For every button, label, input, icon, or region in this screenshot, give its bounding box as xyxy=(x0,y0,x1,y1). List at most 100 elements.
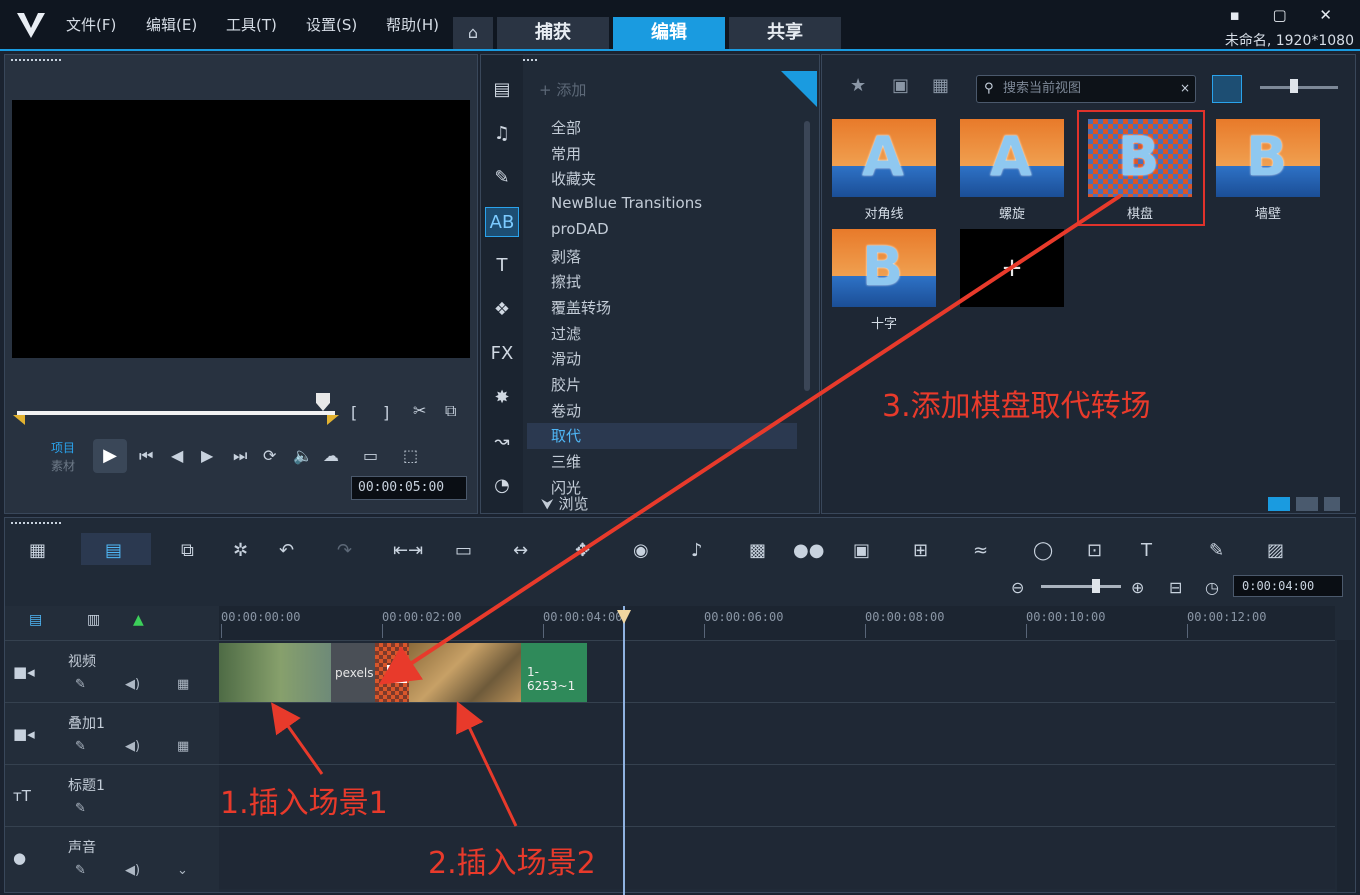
video-lane[interactable]: pexels 1-6253~1 xyxy=(219,641,1335,703)
copy-icon[interactable]: ⧉ xyxy=(181,540,194,561)
category-item[interactable]: 滑动 xyxy=(551,348,581,369)
menu-tools[interactable]: 工具(T) xyxy=(226,14,277,35)
scrub-handle[interactable] xyxy=(316,393,330,411)
fit-icon[interactable]: ⇤⇥ xyxy=(393,540,423,561)
track-grid-icon[interactable]: ▦ xyxy=(177,739,189,754)
category-item[interactable]: 卷动 xyxy=(551,400,581,421)
repeat-icon[interactable]: ⟳ xyxy=(263,446,276,465)
expand-icon[interactable]: ⌄ xyxy=(177,863,188,878)
view-toggle-button[interactable] xyxy=(1212,75,1242,103)
home-tab[interactable]: ⌂ xyxy=(453,17,493,49)
edit-view-icon[interactable] xyxy=(1324,497,1340,511)
title-library-icon[interactable]: T xyxy=(485,251,519,281)
instant-project-icon[interactable]: ✎ xyxy=(485,163,519,193)
slider-knob[interactable] xyxy=(1290,79,1298,93)
clock-icon[interactable]: ◷ xyxy=(1205,578,1219,597)
browse-button[interactable]: ⮟ 浏览 xyxy=(541,493,589,514)
split-icon[interactable]: ↔ xyxy=(513,540,528,561)
edit-track-icon[interactable]: ✎ xyxy=(75,677,86,692)
ruler-edit-icon[interactable]: ▨ xyxy=(1267,540,1284,561)
edit-track-icon[interactable]: ✎ xyxy=(75,801,86,816)
category-item[interactable]: 三维 xyxy=(551,451,581,472)
magic-icon[interactable]: ✲ xyxy=(233,540,248,561)
aspect-ratio-icon[interactable]: ▭ xyxy=(363,446,378,465)
tab-share[interactable]: 共享 xyxy=(729,17,841,49)
chapter-icon[interactable]: ▥ xyxy=(87,612,100,628)
overlay-lane[interactable] xyxy=(219,703,1335,765)
menu-file[interactable]: 文件(F) xyxy=(66,14,116,35)
go-end-icon[interactable]: ⏭ xyxy=(233,446,247,466)
lasso-icon[interactable]: ◯ xyxy=(1033,540,1053,561)
blend-icon[interactable]: ●● xyxy=(793,540,824,561)
text-3d-icon[interactable]: T xyxy=(1141,540,1152,561)
scissors-icon[interactable]: ✂ xyxy=(413,401,426,420)
path-icon[interactable]: ↝ xyxy=(485,427,519,457)
graphics-library-icon[interactable]: ❖ xyxy=(485,295,519,325)
apply-random-icon[interactable]: ▦ xyxy=(932,75,949,96)
list-view-icon[interactable] xyxy=(1296,497,1318,511)
mode-project[interactable]: 项目 xyxy=(51,439,75,456)
prev-frame-icon[interactable]: ◀ xyxy=(171,446,183,465)
screen-record-icon[interactable]: ▭ xyxy=(455,540,472,561)
crop-icon[interactable]: ⬚ xyxy=(403,446,418,465)
mode-clip[interactable]: 素材 xyxy=(51,457,75,474)
search-input[interactable]: 搜索当前视图 xyxy=(976,75,1196,103)
menu-settings[interactable]: 设置(S) xyxy=(306,14,357,35)
track-volume-icon[interactable]: ◀) xyxy=(125,677,140,692)
subtitle-icon[interactable]: ▣ xyxy=(853,540,870,561)
audio-lane[interactable] xyxy=(219,827,1335,889)
trim-end-marker[interactable] xyxy=(327,415,339,425)
zoom-out-icon[interactable]: ⊖ xyxy=(1011,578,1024,597)
tab-capture[interactable]: 捕获 xyxy=(497,17,609,49)
fit-timeline-icon[interactable]: ⊟ xyxy=(1169,578,1182,597)
transition-badge[interactable] xyxy=(387,665,407,683)
add-favorite-icon[interactable]: ★ xyxy=(850,75,866,96)
category-item[interactable]: 全部 xyxy=(551,117,581,138)
mask-icon[interactable]: ≈ xyxy=(973,540,988,561)
audio-wave-icon[interactable]: ♪ xyxy=(691,540,703,561)
category-item[interactable]: proDAD xyxy=(551,220,609,238)
tab-edit[interactable]: 编辑 xyxy=(613,17,725,49)
panel-grip[interactable] xyxy=(11,59,61,63)
play-button[interactable]: ▶ xyxy=(93,439,127,473)
timeline-ruler[interactable]: 00:00:00:00 00:00:02:00 00:00:04:00 00:00:0… xyxy=(219,606,1335,640)
track-volume-icon[interactable]: ◀) xyxy=(125,863,140,878)
timeline-scrollbar[interactable] xyxy=(1337,640,1355,892)
clear-search-icon[interactable]: × xyxy=(1180,81,1190,95)
trim-start-marker[interactable] xyxy=(13,415,25,425)
category-item[interactable]: 剥落 xyxy=(551,246,581,267)
volume-icon[interactable]: 🔈 xyxy=(293,446,313,465)
audio-clip[interactable]: 1-6253~1 xyxy=(521,643,587,703)
track-manager-icon[interactable]: ▤ xyxy=(29,612,42,628)
menu-help[interactable]: 帮助(H) xyxy=(386,14,439,35)
edit-paint-icon[interactable]: ✎ xyxy=(1209,540,1224,561)
add-slot[interactable]: + xyxy=(960,229,1064,307)
track-volume-icon[interactable]: ◀) xyxy=(125,739,140,754)
edit-track-icon[interactable]: ✎ xyxy=(75,863,86,878)
speed-icon[interactable]: ◔ xyxy=(485,471,519,501)
category-item[interactable]: 过滤 xyxy=(551,323,581,344)
category-item[interactable]: 收藏夹 xyxy=(551,168,596,189)
filter-library-icon[interactable]: FX xyxy=(485,339,519,369)
pin-icon[interactable] xyxy=(781,71,817,107)
timeline-zoom-slider[interactable] xyxy=(1041,585,1121,588)
media-library-icon[interactable]: ▤ xyxy=(485,75,519,105)
category-item[interactable]: NewBlue Transitions xyxy=(551,194,702,212)
pexels-clip[interactable]: pexels xyxy=(331,643,375,703)
category-item[interactable]: 擦拭 xyxy=(551,271,581,292)
storyboard-icon[interactable]: ▦ xyxy=(29,540,46,561)
scroll-thumb[interactable] xyxy=(804,121,810,391)
apply-all-icon[interactable]: ▣ xyxy=(892,75,909,96)
edit-track-icon[interactable]: ✎ xyxy=(75,739,86,754)
category-item[interactable]: 取代 xyxy=(551,425,581,446)
go-start-icon[interactable]: ⏮ xyxy=(139,446,153,466)
playhead[interactable] xyxy=(623,606,625,895)
transition-library-icon[interactable]: AB xyxy=(485,207,519,237)
next-frame-icon[interactable]: ▶ xyxy=(201,446,213,465)
enlarge-icon[interactable]: ⧉ xyxy=(445,401,456,421)
view-mode-icon[interactable] xyxy=(1268,497,1290,511)
slider-knob[interactable] xyxy=(1092,579,1100,593)
motion-icon[interactable]: ✸ xyxy=(485,383,519,413)
motion-track-icon[interactable]: ✥ xyxy=(575,540,590,561)
category-item[interactable]: 常用 xyxy=(551,143,581,164)
